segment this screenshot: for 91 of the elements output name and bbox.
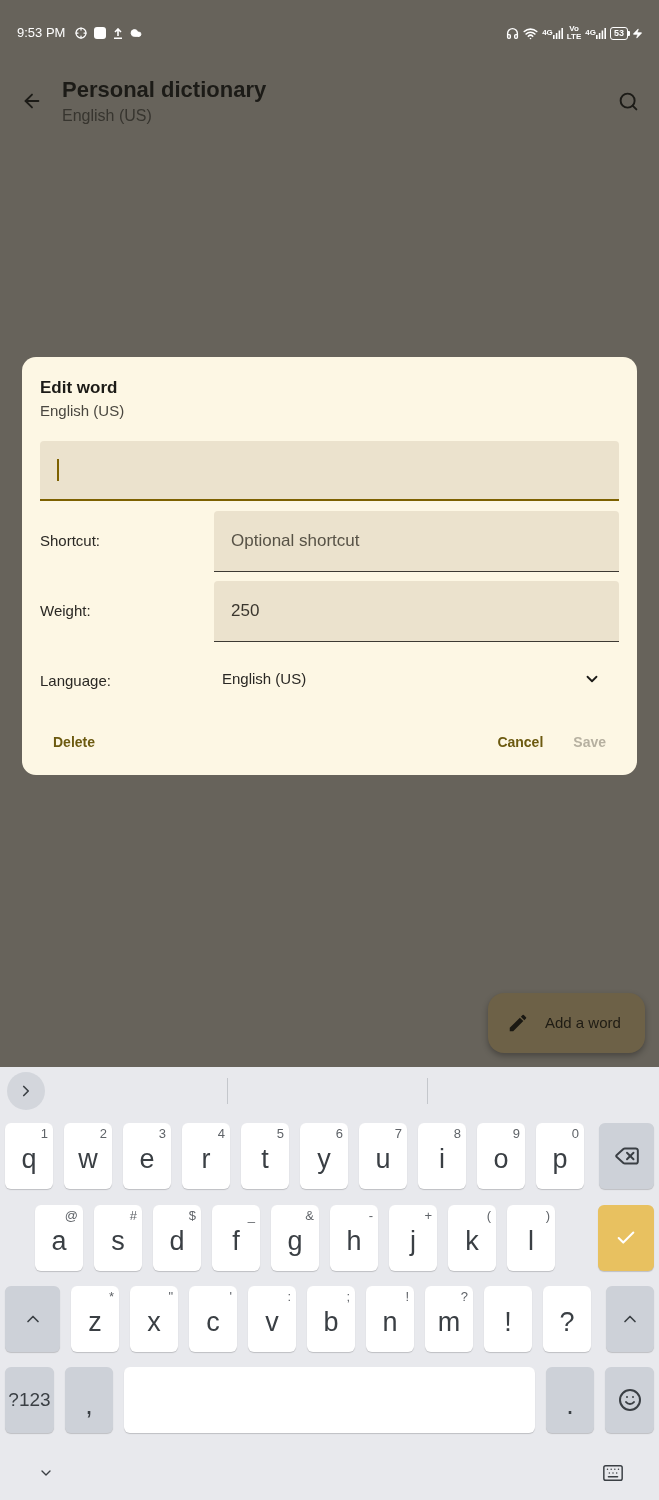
key-hint: ? xyxy=(460,1289,468,1304)
letter-key[interactable]: n ! xyxy=(366,1286,414,1352)
key-hint: ( xyxy=(486,1208,491,1223)
letter-key[interactable]: q 1 xyxy=(5,1123,53,1189)
weight-input-field[interactable]: 250 xyxy=(214,581,619,642)
letter-key[interactable]: y 6 xyxy=(300,1123,348,1189)
dialog-title: Edit word xyxy=(40,377,119,399)
letter-key[interactable]: o 9 xyxy=(477,1123,525,1189)
letter-key[interactable]: l ) xyxy=(507,1205,555,1271)
key-hint: & xyxy=(305,1208,314,1223)
text-cursor xyxy=(57,459,59,481)
symbols-key[interactable]: ?123 xyxy=(5,1367,54,1433)
letter-key[interactable]: w 2 xyxy=(64,1123,112,1189)
key-hint: _ xyxy=(247,1208,255,1223)
emoji-key[interactable] xyxy=(605,1367,654,1433)
letter-key[interactable]: b ; xyxy=(307,1286,355,1352)
letter-key[interactable]: h - xyxy=(330,1205,378,1271)
key-hint: - xyxy=(368,1208,373,1223)
pencil-icon xyxy=(507,1012,529,1034)
app-notification-icon xyxy=(94,27,107,39)
letter-key[interactable]: a @ xyxy=(35,1205,83,1271)
search-icon xyxy=(617,90,639,112)
key-hint: : xyxy=(287,1289,291,1304)
letter-key[interactable]: e 3 xyxy=(123,1123,171,1189)
language-dropdown[interactable]: English (US) xyxy=(214,659,619,699)
letter-key[interactable]: t 5 xyxy=(241,1123,289,1189)
crosshair-icon xyxy=(75,27,88,39)
dialog-button[interactable]: Cancel xyxy=(484,722,557,762)
volte-label: Vo xyxy=(569,25,579,33)
network-type-label: 4G xyxy=(542,27,553,37)
headphones-icon xyxy=(506,26,520,40)
punctuation-key[interactable]: , xyxy=(65,1367,113,1433)
letter-key[interactable]: ! xyxy=(484,1286,532,1352)
shortcut-input-field[interactable]: Optional shortcut xyxy=(214,511,619,572)
letter-key[interactable]: s # xyxy=(94,1205,142,1271)
backspace-key[interactable] xyxy=(599,1123,654,1189)
key-hint: ) xyxy=(545,1208,550,1223)
wifi-icon xyxy=(523,25,539,41)
letter-key[interactable]: ? xyxy=(543,1286,591,1352)
letter-key[interactable]: f _ xyxy=(212,1205,260,1271)
clock-time: 9:53 PM xyxy=(17,24,66,43)
key-hint: " xyxy=(168,1289,173,1304)
key-hint: @ xyxy=(64,1208,78,1223)
page-title: Personal dictionary xyxy=(62,76,267,104)
field-label: Shortcut: xyxy=(40,531,102,552)
letter-key[interactable]: i 8 xyxy=(418,1123,466,1189)
signal-bars-icon xyxy=(596,27,606,39)
key-hint: 4 xyxy=(217,1126,225,1141)
key-hint: $ xyxy=(188,1208,196,1223)
key-hint: * xyxy=(108,1289,114,1304)
letter-key[interactable]: u 7 xyxy=(359,1123,407,1189)
key-hint: ; xyxy=(346,1289,350,1304)
letter-key[interactable]: m ? xyxy=(425,1286,473,1352)
letter-key[interactable]: d $ xyxy=(153,1205,201,1271)
cloud-icon xyxy=(130,27,143,39)
letter-key[interactable]: v : xyxy=(248,1286,296,1352)
field-label: Weight: xyxy=(40,601,92,622)
key-hint: 6 xyxy=(335,1126,343,1141)
key-hint: 1 xyxy=(40,1126,48,1141)
signal-bars-icon xyxy=(552,27,563,39)
emoji-icon xyxy=(617,1388,642,1412)
dialog-subtitle: English (US) xyxy=(40,401,126,421)
letter-key[interactable]: x " xyxy=(130,1286,178,1352)
letter-key[interactable]: c ' xyxy=(189,1286,237,1352)
letter-key[interactable]: j + xyxy=(389,1205,437,1271)
letter-key[interactable]: z * xyxy=(71,1286,119,1352)
key-hint: 2 xyxy=(99,1126,107,1141)
key-hint: ' xyxy=(229,1289,232,1304)
key-hint: 9 xyxy=(512,1126,520,1141)
word-input-field[interactable] xyxy=(40,441,619,501)
expand-toolbar-button[interactable] xyxy=(7,1072,45,1110)
network-type-label: 4G xyxy=(585,27,596,37)
letter-key[interactable]: r 4 xyxy=(182,1123,230,1189)
key-hint: # xyxy=(129,1208,137,1223)
punctuation-key[interactable]: . xyxy=(546,1367,594,1433)
search-button[interactable] xyxy=(617,90,639,112)
letter-key[interactable]: p 0 xyxy=(536,1123,584,1189)
letter-key[interactable]: k ( xyxy=(448,1205,496,1271)
key-hint: 0 xyxy=(571,1126,579,1141)
key-hint: 5 xyxy=(276,1126,284,1141)
upload-icon xyxy=(113,27,124,39)
key-hint: + xyxy=(424,1208,432,1223)
key-hint: 3 xyxy=(158,1126,166,1141)
battery-indicator: 53 xyxy=(610,26,630,40)
field-label: Language: xyxy=(40,670,112,691)
letter-key[interactable]: g & xyxy=(271,1205,319,1271)
key-hint: 7 xyxy=(394,1126,402,1141)
volte-label: LTE xyxy=(566,33,582,41)
key-hint: 8 xyxy=(453,1126,461,1141)
key-hint: ! xyxy=(405,1289,409,1304)
dialog-button[interactable]: Delete xyxy=(40,722,109,762)
